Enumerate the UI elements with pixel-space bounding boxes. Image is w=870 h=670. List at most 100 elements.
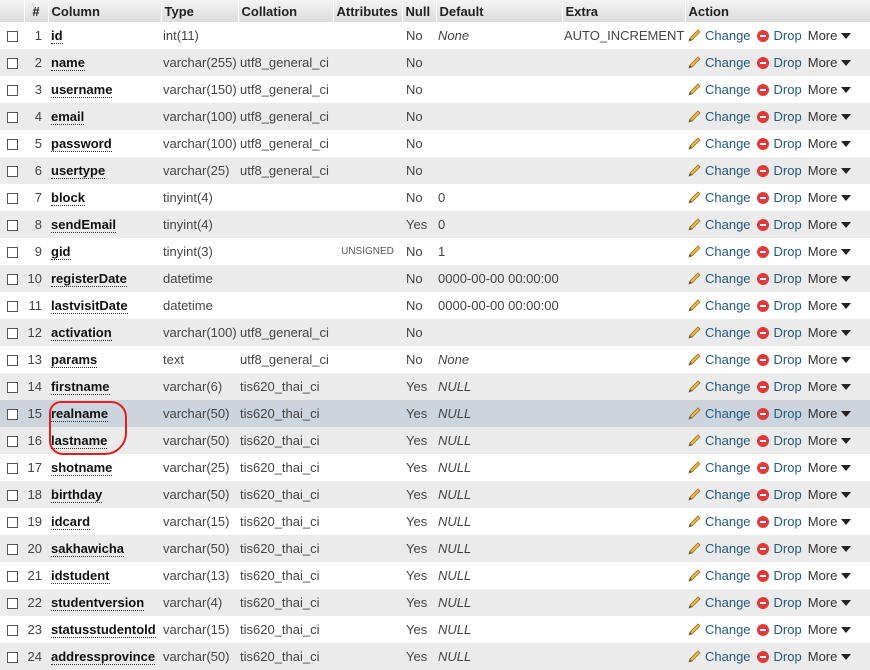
header-attributes[interactable]: Attributes xyxy=(333,0,403,22)
change-link[interactable]: Change xyxy=(687,298,751,313)
change-link[interactable]: Change xyxy=(687,352,751,367)
change-link[interactable]: Change xyxy=(687,487,751,502)
column-name[interactable]: statusstudentold xyxy=(51,622,156,638)
drop-link[interactable]: Drop xyxy=(756,487,802,502)
column-name[interactable]: addressprovince xyxy=(51,649,156,665)
row-checkbox[interactable] xyxy=(6,598,18,610)
header-default[interactable]: Default xyxy=(436,0,563,22)
drop-link[interactable]: Drop xyxy=(756,406,802,421)
change-link[interactable]: Change xyxy=(687,460,751,475)
row-checkbox[interactable] xyxy=(6,85,18,97)
column-name[interactable]: name xyxy=(51,55,85,71)
drop-link[interactable]: Drop xyxy=(756,379,802,394)
table-row[interactable]: 14 firstname varchar(6) tis620_thai_ci Yes NU… xyxy=(0,373,870,400)
column-name[interactable]: lastname xyxy=(51,433,108,449)
column-name[interactable]: idstudent xyxy=(51,568,110,584)
drop-link[interactable]: Drop xyxy=(756,460,802,475)
column-name[interactable]: username xyxy=(51,82,113,98)
more-menu[interactable]: More xyxy=(808,325,852,340)
row-checkbox[interactable] xyxy=(6,220,18,232)
more-menu[interactable]: More xyxy=(808,271,852,286)
row-checkbox[interactable] xyxy=(6,31,18,43)
table-row[interactable]: 18 birthday varchar(50) tis620_thai_ci Yes NU… xyxy=(0,481,870,508)
row-checkbox[interactable] xyxy=(6,517,18,529)
table-row[interactable]: 1 id int(11) No None AUTO_INCREMENT Change Drop… xyxy=(0,22,870,49)
table-row[interactable]: 4 email varchar(100) utf8_general_ci No Chang… xyxy=(0,103,870,130)
row-checkbox[interactable] xyxy=(6,355,18,367)
table-row[interactable]: 5 password varchar(100) utf8_general_ci No Ch… xyxy=(0,130,870,157)
row-checkbox[interactable] xyxy=(6,463,18,475)
change-link[interactable]: Change xyxy=(687,379,751,394)
more-menu[interactable]: More xyxy=(808,649,852,664)
change-link[interactable]: Change xyxy=(687,541,751,556)
column-name[interactable]: registerDate xyxy=(51,271,127,287)
more-menu[interactable]: More xyxy=(808,406,852,421)
change-link[interactable]: Change xyxy=(687,433,751,448)
table-row[interactable]: 8 sendEmail tinyint(4) Yes 0 Change Drop More xyxy=(0,211,870,238)
column-name[interactable]: idcard xyxy=(51,514,91,530)
drop-link[interactable]: Drop xyxy=(756,514,802,529)
more-menu[interactable]: More xyxy=(808,136,852,151)
drop-link[interactable]: Drop xyxy=(756,271,802,286)
row-checkbox[interactable] xyxy=(6,166,18,178)
drop-link[interactable]: Drop xyxy=(756,352,802,367)
change-link[interactable]: Change xyxy=(687,622,751,637)
table-row[interactable]: 3 username varchar(150) utf8_general_ci No Ch… xyxy=(0,76,870,103)
drop-link[interactable]: Drop xyxy=(756,622,802,637)
table-row[interactable]: 23 statusstudentold varchar(15) tis620_thai… xyxy=(0,616,870,643)
more-menu[interactable]: More xyxy=(808,109,852,124)
column-name[interactable]: block xyxy=(51,190,85,206)
table-row[interactable]: 9 gid tinyint(3) UNSIGNED No 1 Change Drop More xyxy=(0,238,870,265)
column-name[interactable]: birthday xyxy=(51,487,103,503)
header-null[interactable]: Null xyxy=(402,0,437,22)
change-link[interactable]: Change xyxy=(687,406,751,421)
column-name[interactable]: activation xyxy=(51,325,112,341)
drop-link[interactable]: Drop xyxy=(756,595,802,610)
column-name[interactable]: gid xyxy=(51,244,71,260)
more-menu[interactable]: More xyxy=(808,244,852,259)
change-link[interactable]: Change xyxy=(687,568,751,583)
column-name[interactable]: studentversion xyxy=(51,595,145,611)
row-checkbox[interactable] xyxy=(6,409,18,421)
column-name[interactable]: lastvisitDate xyxy=(51,298,128,314)
table-row[interactable]: 15 realname varchar(50) tis620_thai_ci Yes NU… xyxy=(0,400,870,427)
column-name[interactable]: email xyxy=(51,109,85,125)
column-name[interactable]: id xyxy=(51,28,63,44)
more-menu[interactable]: More xyxy=(808,460,852,475)
drop-link[interactable]: Drop xyxy=(756,244,802,259)
change-link[interactable]: Change xyxy=(687,82,751,97)
table-row[interactable]: 13 params text utf8_general_ci No None Change D… xyxy=(0,346,870,373)
drop-link[interactable]: Drop xyxy=(756,55,802,70)
drop-link[interactable]: Drop xyxy=(756,217,802,232)
table-row[interactable]: 21 idstudent varchar(13) tis620_thai_ci Yes N… xyxy=(0,562,870,589)
row-checkbox[interactable] xyxy=(6,652,18,664)
column-name[interactable]: realname xyxy=(51,406,109,422)
more-menu[interactable]: More xyxy=(808,352,852,367)
table-row[interactable]: 17 shotname varchar(25) tis620_thai_ci Yes NU… xyxy=(0,454,870,481)
drop-link[interactable]: Drop xyxy=(756,649,802,664)
more-menu[interactable]: More xyxy=(808,82,852,97)
change-link[interactable]: Change xyxy=(687,514,751,529)
column-name[interactable]: shotname xyxy=(51,460,113,476)
table-row[interactable]: 22 studentversion varchar(4) tis620_thai_ci… xyxy=(0,589,870,616)
change-link[interactable]: Change xyxy=(687,595,751,610)
change-link[interactable]: Change xyxy=(687,163,751,178)
more-menu[interactable]: More xyxy=(808,28,852,43)
drop-link[interactable]: Drop xyxy=(756,433,802,448)
more-menu[interactable]: More xyxy=(808,163,852,178)
column-name[interactable]: usertype xyxy=(51,163,106,179)
change-link[interactable]: Change xyxy=(687,136,751,151)
table-row[interactable]: 7 block tinyint(4) No 0 Change Drop More xyxy=(0,184,870,211)
row-checkbox[interactable] xyxy=(6,328,18,340)
change-link[interactable]: Change xyxy=(687,109,751,124)
change-link[interactable]: Change xyxy=(687,649,751,664)
column-name[interactable]: firstname xyxy=(51,379,110,395)
table-row[interactable]: 20 sakhawicha varchar(50) tis620_thai_ci Yes… xyxy=(0,535,870,562)
row-checkbox[interactable] xyxy=(6,193,18,205)
table-row[interactable]: 2 name varchar(255) utf8_general_ci No Change… xyxy=(0,49,870,76)
drop-link[interactable]: Drop xyxy=(756,190,802,205)
more-menu[interactable]: More xyxy=(808,541,852,556)
row-checkbox[interactable] xyxy=(6,382,18,394)
change-link[interactable]: Change xyxy=(687,190,751,205)
table-row[interactable]: 11 lastvisitDate datetime No 0000-00-00 00:0… xyxy=(0,292,870,319)
